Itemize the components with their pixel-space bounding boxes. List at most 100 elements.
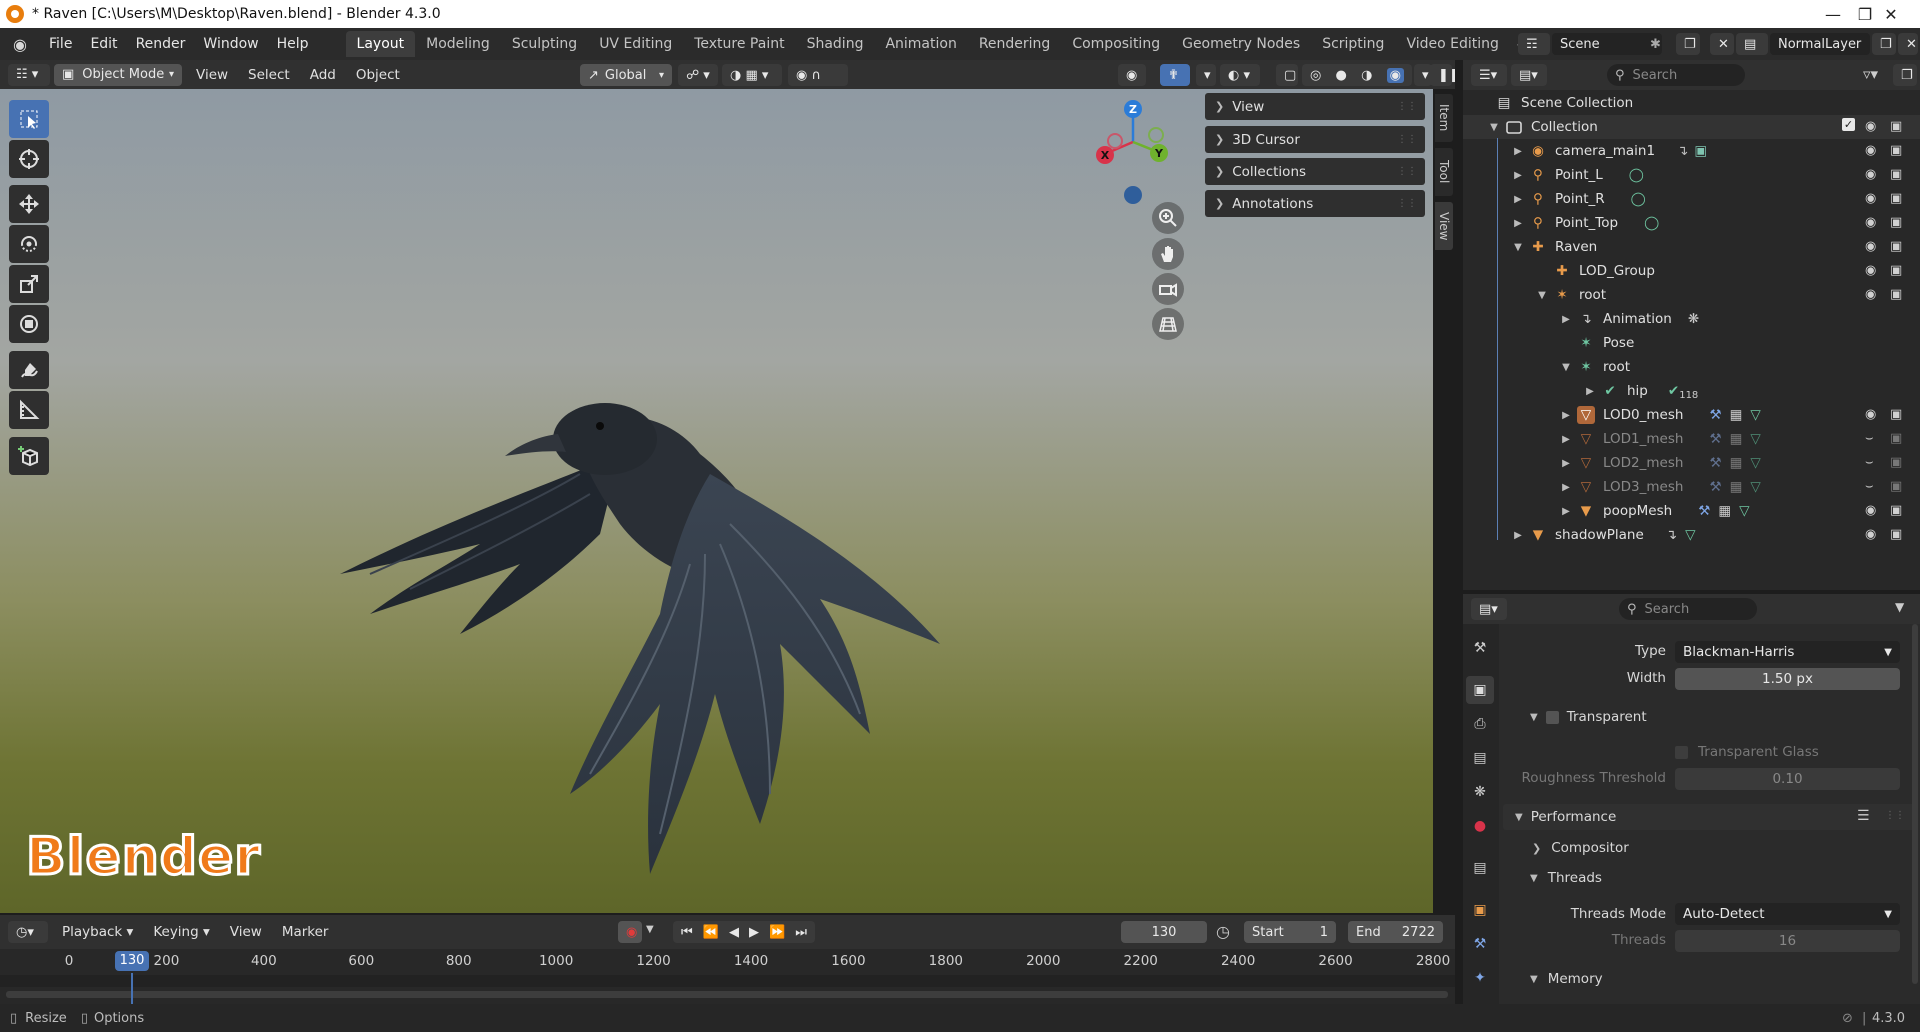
eye-icon[interactable]: ◉ xyxy=(1865,527,1876,542)
annotate-tool-icon[interactable] xyxy=(9,351,49,389)
eye-icon[interactable]: ◉ xyxy=(1865,191,1876,206)
eye-icon[interactable]: ◉ xyxy=(1865,143,1876,158)
tab-compositing[interactable]: Compositing xyxy=(1061,31,1171,57)
render-camera-icon[interactable]: ▣ xyxy=(1890,431,1902,446)
jump-start-icon[interactable]: ⏮ xyxy=(681,925,693,940)
new-view-layer-icon[interactable]: ❐ xyxy=(1872,33,1896,55)
menu-window[interactable]: Window xyxy=(194,36,267,52)
outliner-row-point-r[interactable]: ▶ ⚲ Point_R ◯ xyxy=(1463,187,1920,211)
new-collection-icon[interactable]: ❐ xyxy=(1893,64,1917,86)
chevron-right-icon[interactable]: ▶ xyxy=(1511,194,1525,205)
chevron-down-icon[interactable]: ▼ xyxy=(1895,600,1904,614)
width-field[interactable]: 1.50 px xyxy=(1675,668,1900,690)
visibility-icon[interactable]: ◉ xyxy=(1118,64,1146,86)
navigation-gizmo[interactable]: Z X Y xyxy=(1090,97,1175,207)
play-reverse-icon[interactable]: ◀ xyxy=(729,925,739,940)
npanel-annotations[interactable]: ❯ Annotations ⋮⋮ xyxy=(1205,190,1425,217)
threads-panel-header[interactable]: ▼ Threads xyxy=(1530,866,1602,890)
move-tool-icon[interactable] xyxy=(9,185,49,223)
world-tab-icon[interactable]: ● xyxy=(1466,812,1494,840)
mode-selector[interactable]: ▣ Object Mode ▾ xyxy=(54,63,182,86)
xray-icon[interactable]: ▢ xyxy=(1276,64,1298,86)
threads-mode-select[interactable]: Auto-Detect ▼ xyxy=(1675,903,1900,925)
outliner-editor-type-icon[interactable]: ☰▾ xyxy=(1471,64,1507,86)
tab-scripting[interactable]: Scripting xyxy=(1311,31,1395,57)
tab-rendering[interactable]: Rendering xyxy=(968,31,1062,57)
chevron-right-icon[interactable]: ▶ xyxy=(1559,434,1573,445)
outliner-row-lod2[interactable]: ▶ ▽ LOD2_mesh ⚒ ▦ ▽ xyxy=(1463,451,1920,475)
object-tab-icon[interactable]: ▣ xyxy=(1466,896,1494,924)
render-camera-icon[interactable]: ▣ xyxy=(1890,455,1902,470)
chevron-right-icon[interactable]: ▶ xyxy=(1511,146,1525,157)
solid-shading-icon[interactable]: ● xyxy=(1336,68,1347,83)
scale-tool-icon[interactable] xyxy=(9,265,49,303)
outliner-row-animation[interactable]: ▶ ↴ Animation ❋ xyxy=(1463,307,1920,331)
render-camera-icon[interactable]: ▣ xyxy=(1890,263,1902,278)
close-window-button[interactable]: ✕ xyxy=(1862,0,1920,28)
chevron-right-icon[interactable]: ▶ xyxy=(1559,410,1573,421)
npanel-3d-cursor[interactable]: ❯ 3D Cursor ⋮⋮ xyxy=(1205,126,1425,153)
menu-object[interactable]: Object xyxy=(346,67,410,83)
delete-view-layer-icon[interactable]: ✕ xyxy=(1898,33,1918,55)
render-camera-icon[interactable]: ▣ xyxy=(1890,143,1902,158)
performance-panel-header[interactable]: ▼ Performance xyxy=(1515,805,1616,829)
timeline-scrollbar[interactable] xyxy=(6,991,1448,998)
delete-scene-icon[interactable]: ✕ xyxy=(1710,33,1734,55)
render-camera-icon[interactable]: ▣ xyxy=(1890,191,1902,206)
memory-panel-header[interactable]: ▼ Memory xyxy=(1530,967,1603,991)
scene-tab-icon[interactable]: ❋ xyxy=(1466,778,1494,806)
outliner-row-point-l[interactable]: ▶ ⚲ Point_L ◯ xyxy=(1463,163,1920,187)
rendered-shading-icon[interactable]: ◉ xyxy=(1386,67,1404,83)
overlay-icon[interactable]: ◐ ▾ xyxy=(1220,64,1260,86)
clock-icon[interactable]: ◷ xyxy=(1216,922,1230,941)
3d-viewport[interactable]: Z X Y ❯ View ⋮⋮ ❯ 3D Cursor ⋮⋮ ❯ Collections ⋮… xyxy=(0,89,1433,913)
render-camera-icon[interactable]: ▣ xyxy=(1890,407,1902,422)
tab-uv-editing[interactable]: UV Editing xyxy=(588,31,683,57)
menu-help[interactable]: Help xyxy=(268,36,318,52)
rotate-tool-icon[interactable] xyxy=(9,225,49,263)
menu-marker[interactable]: Marker xyxy=(272,924,339,940)
chevron-right-icon[interactable]: ▶ xyxy=(1511,170,1525,181)
chevron-right-icon[interactable]: ▶ xyxy=(1559,458,1573,469)
compositor-panel-header[interactable]: ❯ Compositor xyxy=(1532,836,1629,860)
render-camera-icon[interactable]: ▣ xyxy=(1890,167,1902,182)
menu-render[interactable]: Render xyxy=(127,36,195,52)
outliner-row-scene-collection[interactable]: ▤ Scene Collection xyxy=(1463,91,1920,115)
menu-keying[interactable]: Keying ▾ xyxy=(143,924,219,940)
menu-timeline-view[interactable]: View xyxy=(220,924,272,940)
tab-modeling[interactable]: Modeling xyxy=(415,31,501,57)
display-mode-icon[interactable]: ▤▾ xyxy=(1511,64,1547,86)
chevron-down-icon[interactable]: ▼ xyxy=(1535,290,1549,301)
transparent-panel-header[interactable]: ▼ Transparent xyxy=(1530,705,1647,729)
tab-animation[interactable]: Animation xyxy=(874,31,967,57)
next-keyframe-icon[interactable]: ⏩ xyxy=(769,925,785,940)
outliner-row-shadowplane[interactable]: ▶ ▼ shadowPlane ↴ ▽ xyxy=(1463,523,1920,547)
eye-icon[interactable]: ◉ xyxy=(1865,119,1876,134)
sidetab-item[interactable]: Item xyxy=(1435,94,1453,142)
blender-menu-icon[interactable]: ◉ xyxy=(0,35,40,54)
cursor-tool-icon[interactable] xyxy=(9,140,49,178)
menu-view[interactable]: View xyxy=(186,67,238,83)
menu-file[interactable]: File xyxy=(40,36,81,52)
prev-keyframe-icon[interactable]: ⏪ xyxy=(703,925,719,940)
view-layer-icon[interactable]: ▤ xyxy=(1736,33,1768,55)
render-camera-icon[interactable]: ▣ xyxy=(1890,287,1902,302)
area-divider[interactable] xyxy=(1455,60,1463,1004)
threads-field[interactable]: 16 xyxy=(1675,930,1900,952)
tab-layout[interactable]: Layout xyxy=(345,31,416,57)
pan-hand-icon[interactable] xyxy=(1152,238,1184,270)
orientation-selector[interactable]: ↗ Global ▾ xyxy=(580,64,672,86)
eye-icon[interactable]: ◉ xyxy=(1865,287,1876,302)
neg-z-axis-icon[interactable] xyxy=(1124,186,1142,204)
render-camera-icon[interactable]: ▣ xyxy=(1890,503,1902,518)
camera-view-icon[interactable] xyxy=(1152,273,1184,305)
menu-select[interactable]: Select xyxy=(238,67,300,83)
eye-icon[interactable]: ◉ xyxy=(1865,215,1876,230)
sidetab-tool[interactable]: Tool xyxy=(1435,148,1453,196)
measure-tool-icon[interactable] xyxy=(9,391,49,429)
transparent-checkbox[interactable] xyxy=(1545,710,1559,724)
outliner-row-poopmesh[interactable]: ▶ ▼ poopMesh ⚒ ▦ ▽ xyxy=(1463,499,1920,523)
chevron-right-icon[interactable]: ▶ xyxy=(1511,530,1525,541)
material-shading-icon[interactable]: ◑ xyxy=(1361,68,1372,83)
outliner-search-input[interactable]: ⚲ Search xyxy=(1607,64,1745,86)
